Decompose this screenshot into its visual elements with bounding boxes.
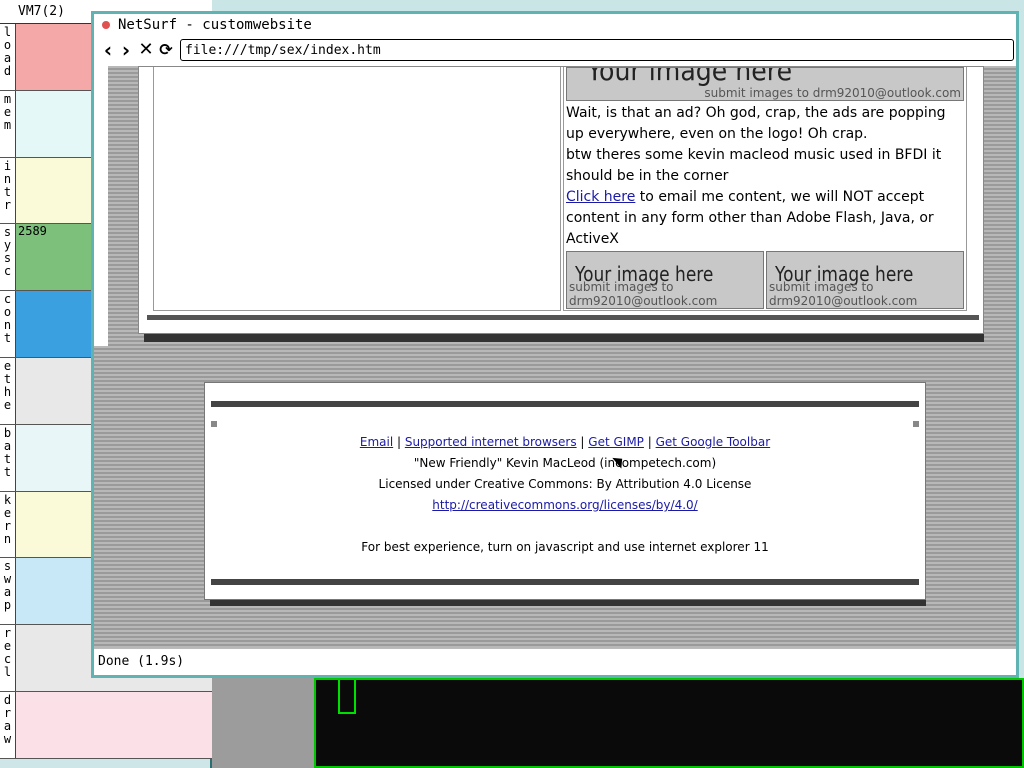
ad-small-1-caption: submit images to drm92010@outlook.com [569,280,718,308]
footer-shadow [210,600,926,606]
back-icon[interactable]: ‹ [98,39,118,61]
terminal-window[interactable] [314,678,1024,768]
window-title: NetSurf - customwebsite [118,17,312,33]
content-divider [147,315,979,320]
stop-icon[interactable]: ✕ [136,39,156,61]
get-gimp-link[interactable]: Get GIMP [588,435,644,449]
ad-small-1[interactable]: Your image here submit images to drm9201… [566,251,764,309]
footer-corner-dot [211,421,217,427]
license-url-link[interactable]: http://creativecommons.org/licenses/by/4… [432,498,697,512]
text-paragraph-3: Click here to email me content, we will … [566,187,966,250]
monitor-row-label: kern [0,491,16,558]
monitor-row-label: ethe [0,358,16,424]
monitor-value: 2589 [18,224,47,239]
ad-banner[interactable]: Your image here submit images to drm9201… [566,67,964,101]
monitor-row-label: swap [0,558,16,625]
best-experience-text: For best experience, turn on javascript … [361,540,769,554]
monitor-row-label: sysc [0,224,16,291]
page-viewport[interactable]: Your image here submit images to drm9201… [94,66,1016,652]
license-url-line: http://creativecommons.org/licenses/by/4… [205,498,925,512]
netsurf-app-icon [102,21,110,29]
text-paragraph-1: Wait, is that an ad? Oh god, crap, the a… [566,105,946,142]
monitor-graph [16,692,212,758]
monitor-row-draw: draw [0,692,212,759]
desktop-gray-area [212,678,316,768]
ad-banner-caption: submit images to drm92010@outlook.com [704,86,961,100]
monitor-row-label: batt [0,424,16,491]
email-link[interactable]: Email [360,435,393,449]
footer-bottom-rule [211,579,919,585]
url-input[interactable]: file:///tmp/sex/index.htm [180,39,1014,61]
title-bar[interactable]: NetSurf - customwebsite [94,14,1016,36]
monitor-row-label: recl [0,625,16,691]
page-left-margin [94,66,108,346]
body-text: Wait, is that an ad? Oh god, crap, the a… [566,103,966,250]
ad-banner-heading: Your image here [587,67,793,87]
monitor-row-label: load [0,24,16,90]
footer-links: Email | Supported internet browsers | Ge… [205,435,925,449]
monitor-row-label: intr [0,157,16,224]
footer-top-rule [211,401,919,407]
music-credit: "New Friendly" Kevin MacLeod (incompetec… [413,456,717,470]
click-here-link[interactable]: Click here [566,189,635,205]
google-toolbar-link[interactable]: Get Google Toolbar [656,435,771,449]
monitor-row-label: mem [0,90,16,157]
status-bar: Done (1.9s) [94,648,1016,675]
content-box-shadow [144,334,984,342]
supported-browsers-link[interactable]: Supported internet browsers [405,435,577,449]
footer-separator: | [643,435,656,449]
ad-small-2-caption: submit images to drm92010@outlook.com [769,280,918,308]
footer-box: Email | Supported internet browsers | Ge… [204,382,926,600]
forward-icon[interactable]: › [116,39,136,61]
monitor-row-label: cont [0,291,16,357]
license-text: Licensed under Creative Commons: By Attr… [378,477,752,491]
ad-small-2[interactable]: Your image here submit images to drm9201… [766,251,964,309]
footer-corner-dot [913,421,919,427]
content-box: Your image here submit images to drm9201… [138,66,984,334]
text-paragraph-2: btw theres some kevin macleod music used… [566,147,942,184]
right-column: Your image here submit images to drm9201… [563,67,967,311]
footer-separator: | [393,435,405,449]
footer-separator: | [576,435,589,449]
browser-window[interactable]: NetSurf - customwebsite ‹ › ✕ ⟳ file:///… [91,11,1019,678]
terminal-cursor-box [338,680,356,714]
monitor-row-label: draw [0,692,16,758]
left-column [153,67,561,311]
reload-icon[interactable]: ⟳ [156,39,176,61]
toolbar: ‹ › ✕ ⟳ file:///tmp/sex/index.htm [94,36,1016,66]
